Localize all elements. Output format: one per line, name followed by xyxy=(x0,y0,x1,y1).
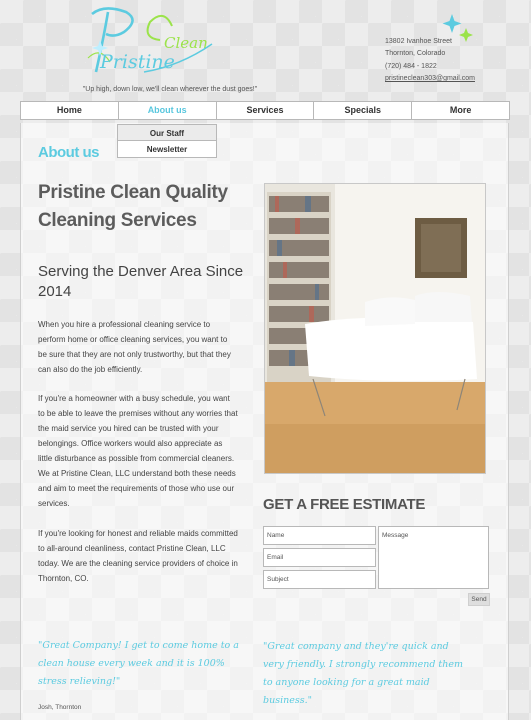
contact-email-link[interactable]: pristineclean303@gmail.com xyxy=(385,73,475,85)
logo[interactable]: Pristine Clean xyxy=(80,2,230,84)
nav-specials[interactable]: Specials xyxy=(314,102,413,119)
about-submenu: Our Staff Newsletter xyxy=(117,124,217,158)
main-nav: Home About us Services Specials More xyxy=(20,101,510,120)
sparkle-icon xyxy=(442,14,473,42)
section-title: About us xyxy=(38,144,100,161)
about-paragraph: If you're a homeowner with a busy schedu… xyxy=(38,394,238,508)
testimonial-quote: "Great company and they're quick and ver… xyxy=(263,641,463,706)
about-paragraph: If you're looking for honest and reliabl… xyxy=(38,529,238,583)
nav-services[interactable]: Services xyxy=(217,102,315,119)
email-field[interactable]: Email xyxy=(263,548,376,567)
logo-text-clean: Clean xyxy=(164,34,208,52)
name-field[interactable]: Name xyxy=(263,526,376,545)
submenu-newsletter[interactable]: Newsletter xyxy=(117,141,217,158)
send-button[interactable]: Send xyxy=(468,593,490,606)
subheadline: Serving the Denver Area Since 2014 xyxy=(38,263,244,300)
testimonial-author: Josh, Thornton xyxy=(38,704,82,711)
contact-city: Thornton, Colorado xyxy=(385,50,446,58)
nav-about-us[interactable]: About us xyxy=(119,102,217,119)
subject-field[interactable]: Subject xyxy=(263,570,376,589)
submenu-our-staff[interactable]: Our Staff xyxy=(117,124,217,141)
about-paragraph: When you hire a professional cleaning se… xyxy=(38,320,231,374)
message-field[interactable]: Message xyxy=(378,526,489,589)
nav-home[interactable]: Home xyxy=(21,102,119,119)
logo-text-pristine: Pristine xyxy=(99,51,175,73)
contact-phone: (720) 484 - 1822 xyxy=(385,62,437,70)
bedroom-photo xyxy=(264,183,486,474)
tagline: "Up high, down low, we'll clean wherever… xyxy=(82,86,258,93)
testimonial-quote: "Great Company! I get to come home to a … xyxy=(38,640,239,687)
headline: Pristine Clean Quality Cleaning Services xyxy=(38,182,228,231)
nav-more[interactable]: More xyxy=(412,102,509,119)
bedroom-illustration xyxy=(265,184,485,473)
estimate-heading: GET A FREE ESTIMATE xyxy=(263,496,426,513)
